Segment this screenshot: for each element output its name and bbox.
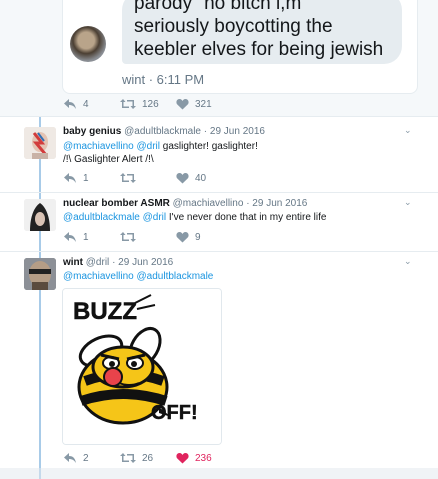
reply-button[interactable]: 2 [63,452,89,464]
like-count: 9 [195,231,201,243]
tweet-header: baby genius @adultblackmale · 29 Jun 201… [63,126,265,137]
buzz-text: BUZZ [73,298,137,325]
tweet-text: gaslighter! gaslighter! [160,141,258,152]
user-handle[interactable]: @dril [86,257,110,268]
reply-icon [64,453,76,463]
display-name[interactable]: wint [63,257,83,268]
tweet-text-line-1: @adultblackmale @dril I've never done th… [63,211,326,224]
tweet-date[interactable]: · 29 Jun 2016 [246,198,307,209]
retweet-icon [120,99,136,109]
retweet-button[interactable]: 126 [120,98,159,110]
tweet-header: wint @dril · 29 Jun 2016 [63,257,173,268]
heart-icon [176,173,189,184]
retweet-count: 26 [142,452,154,464]
avatar[interactable] [24,258,56,290]
retweet-icon [120,453,136,463]
bubble-line-1: parody "no bitch i,m [134,0,302,14]
off-text: OFF! [151,402,198,424]
avatar-image [24,199,56,231]
buzz-off-bee-illustration: BUZZ OFF! [63,289,221,444]
tweet-text-line-1: @machiavellino @dril gaslighter! gasligh… [63,140,258,153]
avatar[interactable] [24,199,56,231]
like-button[interactable]: 40 [176,172,206,184]
like-count: 236 [195,452,212,464]
retweet-button[interactable] [120,172,142,184]
chevron-down-icon[interactable]: ⌄ [404,197,412,208]
user-handle[interactable]: @adultblackmale [124,126,201,137]
bubble-line-2: seriously boycotting the [134,16,333,37]
display-name[interactable]: baby genius [63,126,121,137]
tweet-text-line-2: /!\ Gaslighter Alert /!\ [63,154,154,165]
message-meta: wint · 6:11 PM [122,72,205,87]
like-button[interactable]: 236 [176,452,212,464]
reply-button[interactable]: 4 [63,98,89,110]
retweet-button[interactable]: 26 [120,452,153,464]
heart-filled-icon [176,453,189,464]
reply-button[interactable]: 1 [63,172,89,184]
tweet-header: nuclear bomber ASMR @machiavellino · 29 … [63,198,307,209]
attached-image[interactable]: BUZZ OFF! [62,288,222,445]
retweet-count: 126 [142,98,159,110]
message-bubble: parody "no bitch i,m seriously boycottin… [122,0,402,64]
display-name[interactable]: nuclear bomber ASMR [63,198,170,209]
reply-icon [64,232,76,242]
tweet-nuclear-bomber-asmr[interactable]: nuclear bomber ASMR @machiavellino · 29 … [0,193,438,251]
mention-links[interactable]: @machiavellino @adultblackmale [63,271,213,282]
reply-count: 2 [83,452,89,464]
like-count: 40 [195,172,207,184]
like-button[interactable]: 9 [176,231,201,243]
user-handle[interactable]: @machiavellino [173,198,244,209]
reply-count: 1 [83,231,89,243]
retweet-icon [120,232,136,242]
mention-links[interactable]: @adultblackmale @dril [63,212,166,223]
retweet-button[interactable] [120,231,142,243]
avatar[interactable] [24,127,56,159]
chevron-down-icon[interactable]: ⌄ [404,125,412,136]
reply-button[interactable]: 1 [63,231,89,243]
tweet-text: I've never done that in my entire life [166,212,327,223]
like-button[interactable]: 321 [176,98,212,110]
tweet-date[interactable]: · 29 Jun 2016 [112,257,173,268]
retweet-icon [120,173,136,183]
dm-avatar [70,26,106,62]
heart-icon [176,232,189,243]
reply-icon [64,173,76,183]
chevron-down-icon[interactable]: ⌄ [404,256,412,267]
avatar-image [24,127,56,159]
bubble-line-3: keebler elves for being jewish [134,39,384,60]
reply-count: 1 [83,172,89,184]
avatar-image [24,258,56,290]
mention-links[interactable]: @machiavellino @dril [63,141,160,152]
tweet-baby-genius[interactable]: baby genius @adultblackmale · 29 Jun 201… [0,117,438,192]
reply-icon [64,99,76,109]
like-count: 321 [195,98,212,110]
bottom-edge [0,468,438,479]
heart-icon [176,99,189,110]
tweet-text-line-1: @machiavellino @adultblackmale [63,270,213,283]
reply-count: 4 [83,98,89,110]
tweet-date[interactable]: · 29 Jun 2016 [204,126,265,137]
